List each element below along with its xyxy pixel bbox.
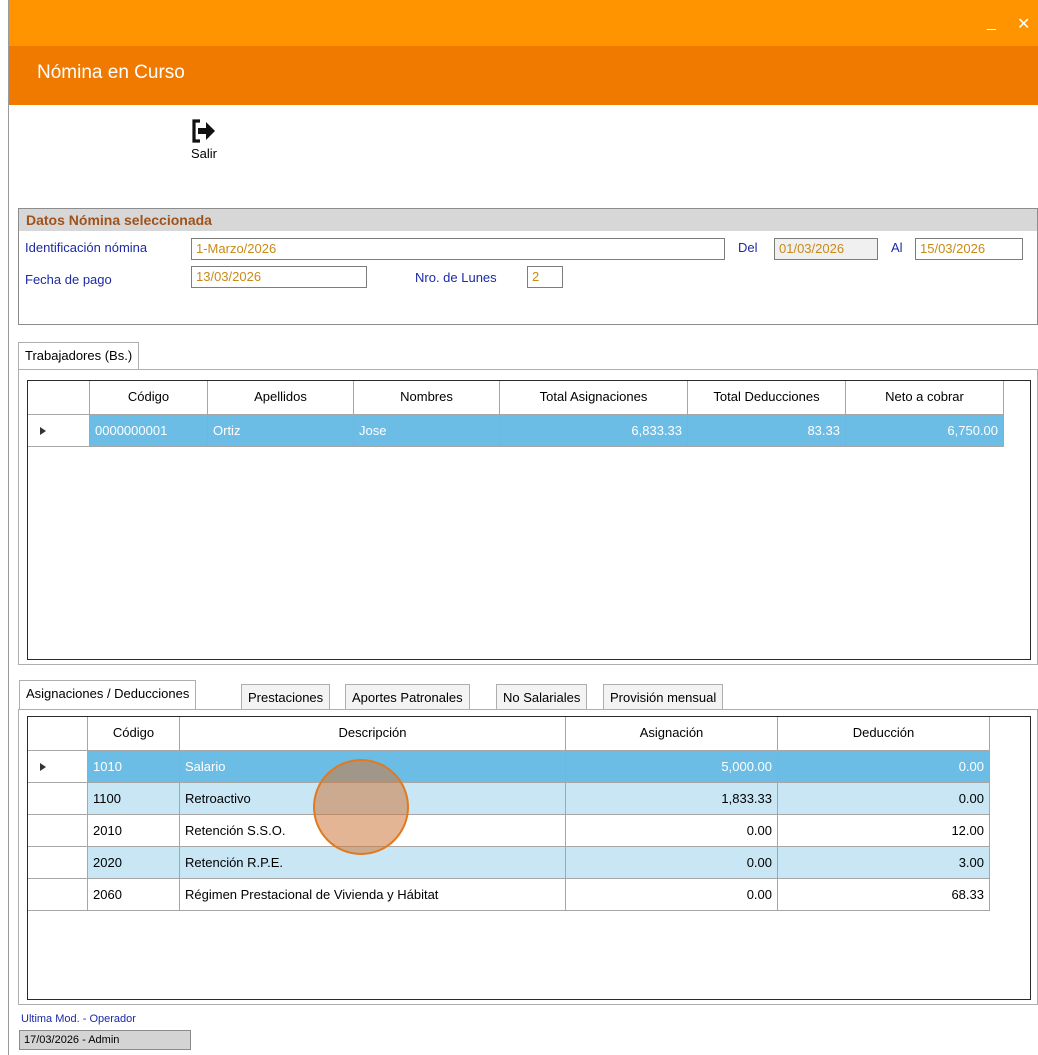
concept-deduction-cell[interactable]: 0.00: [778, 783, 990, 815]
tab-benefits[interactable]: Prestaciones: [241, 684, 331, 710]
payroll-id-field[interactable]: 1-Marzo/2026: [191, 238, 725, 260]
concept-code-cell[interactable]: 1010: [88, 751, 180, 783]
tab-workers[interactable]: Trabajadores (Bs.): [18, 342, 140, 370]
pay-date-field[interactable]: 13/03/2026: [191, 266, 367, 288]
window-title: Nómina en Curso: [37, 62, 185, 83]
col-header-assignment[interactable]: Asignación: [566, 717, 778, 751]
concept-deduction-cell[interactable]: 68.33: [778, 879, 990, 911]
col-header-concept-code[interactable]: Código: [88, 717, 180, 751]
concept-code-cell[interactable]: 2010: [88, 815, 180, 847]
mondays-label: Nro. de Lunes: [415, 270, 497, 285]
tab-non-salary[interactable]: No Salariales: [496, 684, 588, 710]
concept-deduction-cell[interactable]: 12.00: [778, 815, 990, 847]
concepts-grid: Código Descripción Asignación Deducción …: [27, 716, 1031, 1000]
exit-button[interactable]: Salir: [181, 118, 227, 174]
tab-assignments-deductions[interactable]: Asignaciones / Deducciones: [19, 680, 197, 710]
col-header-total-assignments[interactable]: Total Asignaciones: [500, 381, 688, 415]
last-modified-label: Ultima Mod. - Operador: [21, 1013, 136, 1025]
concept-description-cell[interactable]: Régimen Prestacional de Vivienda y Hábit…: [180, 879, 566, 911]
concept-assignment-cell[interactable]: 1,833.33: [566, 783, 778, 815]
minimize-button[interactable]: _: [987, 14, 996, 32]
col-header-deduction[interactable]: Deducción: [778, 717, 990, 751]
col-header-names[interactable]: Nombres: [354, 381, 500, 415]
group-header: Datos Nómina seleccionada: [19, 209, 1037, 231]
worker-surname-cell[interactable]: Ortiz: [208, 415, 354, 447]
window-top-bar: [9, 0, 1038, 46]
exit-icon: [192, 119, 215, 143]
row-selector[interactable]: [28, 783, 88, 815]
row-selector[interactable]: [28, 815, 88, 847]
current-row-arrow-icon: [40, 427, 46, 435]
payroll-id-label: Identificación nómina: [25, 240, 148, 255]
del-label: Del: [738, 240, 758, 255]
end-date-field[interactable]: 15/03/2026: [915, 238, 1023, 260]
concept-deduction-cell[interactable]: 3.00: [778, 847, 990, 879]
concept-description-cell[interactable]: Retroactivo: [180, 783, 566, 815]
worker-net-pay-cell[interactable]: 6,750.00: [846, 415, 1004, 447]
payroll-window: Nómina en Curso _ ✕ Salir Datos Nómina s…: [8, 0, 1038, 1055]
close-button[interactable]: ✕: [1017, 14, 1030, 34]
grid-corner: [28, 717, 88, 751]
grid-corner: [28, 381, 90, 415]
row-selector[interactable]: [28, 751, 88, 783]
pay-date-label: Fecha de pago: [25, 272, 112, 287]
col-header-total-deductions[interactable]: Total Deducciones: [688, 381, 846, 415]
concept-code-cell[interactable]: 2060: [88, 879, 180, 911]
concept-code-cell[interactable]: 1100: [88, 783, 180, 815]
concept-assignment-cell[interactable]: 0.00: [566, 815, 778, 847]
tab-monthly-provision[interactable]: Provisión mensual: [603, 684, 724, 710]
concept-description-cell[interactable]: Retención S.S.O.: [180, 815, 566, 847]
concept-code-cell[interactable]: 2020: [88, 847, 180, 879]
concept-assignment-cell[interactable]: 0.00: [566, 847, 778, 879]
exit-label: Salir: [190, 146, 217, 161]
al-label: Al: [891, 240, 903, 255]
row-selector[interactable]: [28, 847, 88, 879]
workers-grid: Código Apellidos Nombres Total Asignacio…: [27, 380, 1031, 660]
concept-deduction-cell[interactable]: 0.00: [778, 751, 990, 783]
last-modified-value: 17/03/2026 - Admin: [19, 1030, 191, 1050]
col-header-code[interactable]: Código: [90, 381, 208, 415]
start-date-field[interactable]: 01/03/2026: [774, 238, 878, 260]
concept-assignment-cell[interactable]: 5,000.00: [566, 751, 778, 783]
row-selector[interactable]: [28, 415, 90, 447]
concept-description-cell[interactable]: Salario: [180, 751, 566, 783]
worker-total-assignments-cell[interactable]: 6,833.33: [500, 415, 688, 447]
current-row-arrow-icon: [40, 763, 46, 771]
row-selector[interactable]: [28, 879, 88, 911]
concept-description-cell[interactable]: Retención R.P.E.: [180, 847, 566, 879]
col-header-net-pay[interactable]: Neto a cobrar: [846, 381, 1004, 415]
mondays-field[interactable]: 2: [527, 266, 563, 288]
tab-employer-contributions[interactable]: Aportes Patronales: [345, 684, 470, 710]
worker-total-deductions-cell[interactable]: 83.33: [688, 415, 846, 447]
concept-assignment-cell[interactable]: 0.00: [566, 879, 778, 911]
col-header-description[interactable]: Descripción: [180, 717, 566, 751]
col-header-surnames[interactable]: Apellidos: [208, 381, 354, 415]
worker-name-cell[interactable]: Jose: [354, 415, 500, 447]
worker-code-cell[interactable]: 0000000001: [90, 415, 208, 447]
